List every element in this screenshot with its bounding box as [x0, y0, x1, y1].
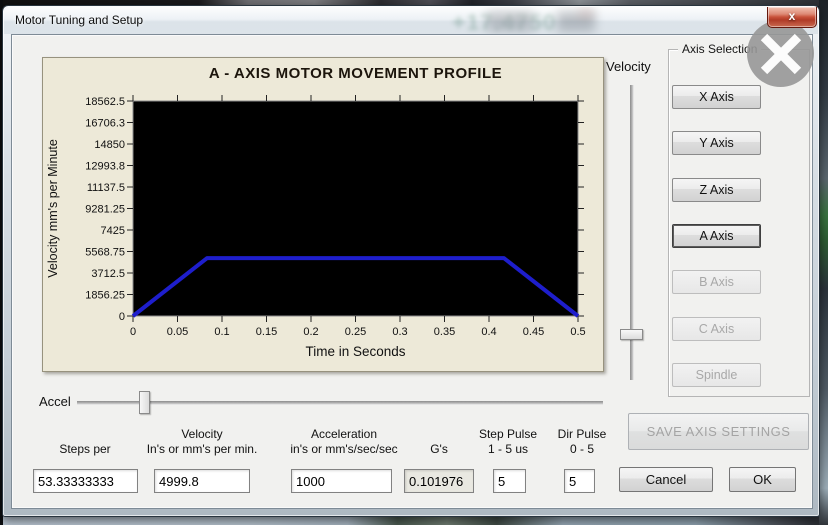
video-overlay-close-button[interactable]: [747, 20, 814, 87]
y-tick-label: 3712.5: [91, 268, 125, 280]
y-tick-label: 5568.75: [85, 247, 125, 259]
titlebar[interactable]: +17.4750 Motor Tuning and Setup: [4, 7, 818, 34]
y-tick-label: 14850: [94, 139, 125, 151]
x-tick-label: 0.05: [167, 326, 188, 338]
y-tick-label: 1856.25: [85, 290, 125, 302]
chart-title: A - AXIS MOTOR MOVEMENT PROFILE: [209, 65, 502, 82]
x-tick-label: 0.45: [523, 326, 544, 338]
velocity-slider-thumb[interactable]: [620, 329, 643, 340]
velocity-slider-label: Velocity: [606, 59, 662, 74]
plot-area: [133, 101, 578, 316]
y-axis-title: Velocity mm's per Minute: [46, 139, 60, 278]
spindle-button: Spindle: [672, 363, 761, 387]
window-title: Motor Tuning and Setup: [15, 13, 143, 27]
x-tick-label: 0.4: [481, 326, 496, 338]
y-axis-button[interactable]: Y Axis: [672, 131, 761, 155]
accel-slider-track[interactable]: [77, 401, 603, 405]
z-axis-button[interactable]: Z Axis: [672, 178, 761, 202]
a-axis-button[interactable]: A Axis: [672, 224, 761, 248]
x-tick-label: 0.25: [345, 326, 366, 338]
motor-profile-chart: A - AXIS MOTOR MOVEMENT PROFILE 0 1856.25 3…: [43, 58, 603, 371]
screen: +17.4750 Motor Tuning and Setup x A - AX…: [0, 0, 828, 525]
y-tick-label: 11137.5: [87, 182, 125, 194]
steps-per-label: Steps per: [35, 425, 135, 457]
velocity-input[interactable]: [154, 469, 250, 493]
dir-pulse-label: Dir Pulse 0 - 5: [532, 425, 632, 457]
axis-selection-group: Axis Selection X Axis Y Axis Z Axis A Ax…: [668, 49, 810, 397]
x-tick-label: 0.1: [214, 326, 229, 338]
steps-per-input[interactable]: [33, 469, 138, 493]
x-tick-label: 0.3: [392, 326, 407, 338]
x-axis-button[interactable]: X Axis: [672, 85, 761, 109]
motor-tuning-dialog: +17.4750 Motor Tuning and Setup x A - AX…: [2, 5, 820, 517]
y-tick-label: 12993.8: [85, 160, 125, 172]
x-tick-label: 0.2: [303, 326, 318, 338]
y-tick-label: 0: [119, 311, 125, 323]
b-axis-button: B Axis: [672, 270, 761, 294]
background-video-bottom-strip: [0, 516, 828, 525]
dir-pulse-input[interactable]: [564, 469, 595, 493]
x-tick-label: 0.5: [570, 326, 585, 338]
cancel-button[interactable]: Cancel: [619, 467, 713, 492]
y-tick-label: 9281.25: [85, 204, 125, 216]
gs-readout: [404, 469, 474, 493]
save-axis-settings-button: SAVE AXIS SETTINGS: [628, 413, 809, 450]
x-tick-label: 0.35: [434, 326, 455, 338]
acceleration-input[interactable]: [291, 469, 392, 493]
y-tick-label: 7425: [101, 225, 125, 237]
c-axis-button: C Axis: [672, 317, 761, 341]
y-tick-label: 18562.5: [85, 96, 125, 108]
background-video-right-strip: [819, 0, 828, 525]
x-tick-label: 0: [130, 326, 136, 338]
x-tick-label: 0.15: [256, 326, 277, 338]
accel-slider-label: Accel: [39, 394, 71, 409]
dialog-client-area: A - AXIS MOTOR MOVEMENT PROFILE 0 1856.25 3…: [11, 34, 813, 509]
ok-button[interactable]: OK: [729, 467, 796, 492]
x-axis-title: Time in Seconds: [305, 344, 405, 359]
window-close-button[interactable]: x: [767, 7, 817, 28]
accel-slider-thumb[interactable]: [139, 391, 150, 414]
step-pulse-input[interactable]: [493, 469, 526, 493]
y-tick-label: 16706.3: [85, 117, 125, 129]
acceleration-field-label: Acceleration in's or mm's/sec/sec: [269, 425, 419, 457]
motor-profile-chart-panel: A - AXIS MOTOR MOVEMENT PROFILE 0 1856.25 3…: [42, 57, 604, 372]
velocity-field-label: Velocity In's or mm's per min.: [127, 425, 277, 457]
